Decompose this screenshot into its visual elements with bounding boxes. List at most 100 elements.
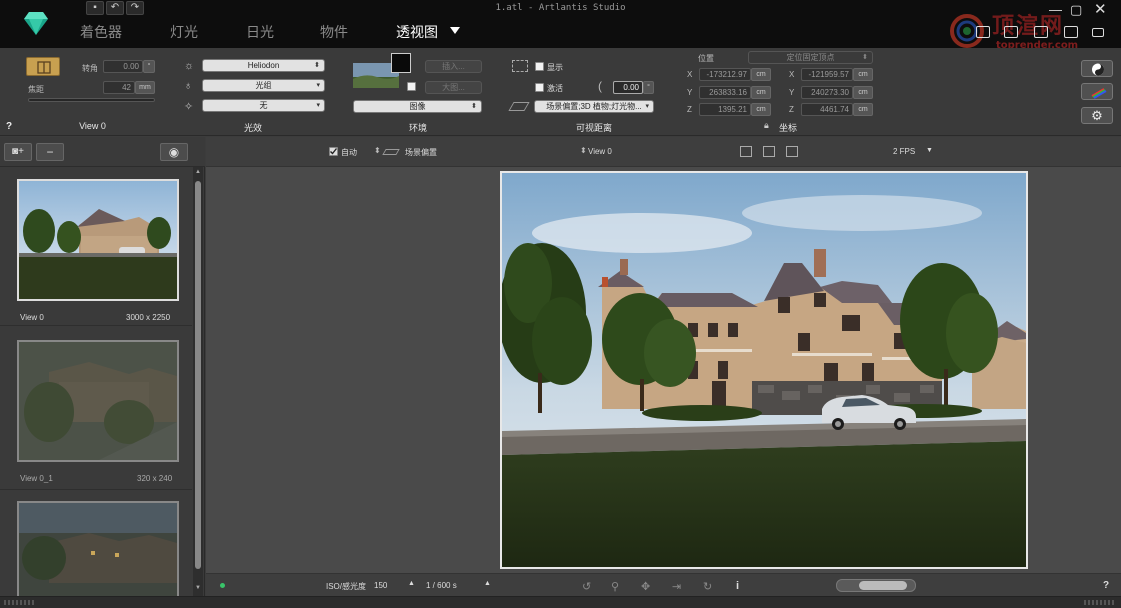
- select-arrows-icon: ⬍: [471, 103, 477, 110]
- unit-badge: cm: [751, 103, 771, 116]
- camera-x-field[interactable]: -173212.97: [699, 68, 751, 81]
- chevron-down-icon: ▾: [316, 82, 320, 89]
- light-group-select[interactable]: 光组 ▾: [202, 79, 325, 92]
- color-mode-button[interactable]: [1081, 83, 1113, 100]
- heliodon-select[interactable]: Heliodon ⬍: [202, 59, 325, 72]
- add-view-button[interactable]: ◙+: [4, 143, 32, 161]
- camera-icon[interactable]: [1034, 26, 1048, 38]
- clipping-angle-field[interactable]: 0.00: [613, 81, 643, 94]
- chevron-down-icon[interactable]: ▼: [926, 147, 933, 154]
- eye-icon: ◉: [168, 145, 180, 159]
- show-label: 显示: [547, 63, 563, 72]
- crop-icon[interactable]: [1064, 26, 1078, 38]
- minus-icon: −: [46, 145, 54, 159]
- thumbnail-image: [19, 342, 177, 460]
- help-button[interactable]: ?: [1103, 580, 1109, 591]
- windows-icon[interactable]: [1004, 26, 1018, 38]
- checkmark-icon: [330, 148, 338, 155]
- maximize-icon[interactable]: ▢: [1070, 2, 1082, 18]
- zoom-slider[interactable]: [836, 579, 916, 592]
- zoom-slider-thumb[interactable]: [859, 581, 907, 590]
- scroll-down-icon[interactable]: ▼: [195, 585, 201, 591]
- grip-left-icon: [4, 600, 34, 605]
- focal-label: 焦距: [28, 85, 44, 94]
- position-label: 位置: [698, 54, 714, 63]
- pan-icon[interactable]: ✥: [641, 580, 650, 593]
- tab-dropdown-icon[interactable]: [450, 27, 460, 34]
- neon-select[interactable]: 无 ▾: [202, 99, 325, 112]
- frame-right-icon[interactable]: [786, 146, 798, 157]
- camera-z-field[interactable]: 1395.21: [699, 103, 751, 116]
- focal-field[interactable]: 42: [103, 81, 135, 94]
- undo-view-icon[interactable]: ↺: [582, 580, 591, 593]
- view-thumbnail[interactable]: [17, 340, 179, 462]
- sidebar-scrollbar[interactable]: ▲ ▼: [193, 167, 203, 596]
- clipping-depth-select[interactable]: 场景偏置;3D 植物;灯光物... ▾: [534, 100, 654, 113]
- tab-heliodons[interactable]: 日光: [246, 22, 274, 42]
- settings-button[interactable]: ⚙: [1081, 107, 1113, 124]
- size-button[interactable]: 大图...: [425, 81, 482, 94]
- target-z-field[interactable]: 4461.74: [801, 103, 853, 116]
- frame-center-icon[interactable]: [763, 146, 775, 157]
- select-arrows-icon[interactable]: ⬍: [374, 146, 381, 155]
- view-thumbnail[interactable]: [17, 501, 179, 596]
- tab-perspectives[interactable]: 透视图: [396, 22, 438, 42]
- visibility-button[interactable]: ◉: [160, 143, 188, 161]
- foreground-color-swatch[interactable]: [391, 53, 411, 73]
- environment-type-select[interactable]: 图像 ⬍: [353, 100, 482, 113]
- thumbnail-size: 3000 x 2250: [126, 313, 171, 322]
- tab-lights[interactable]: 灯光: [170, 22, 198, 42]
- z-axis-label: Z: [687, 105, 692, 114]
- roll-field[interactable]: 0.00: [103, 60, 143, 73]
- export-icon[interactable]: [976, 26, 990, 38]
- insert-button[interactable]: 插入...: [425, 60, 482, 73]
- preset-plane-icon: [382, 149, 400, 155]
- view-section-title: View 0: [79, 121, 106, 131]
- shutter-value[interactable]: 1 / 600 s: [426, 581, 457, 590]
- target-y-field[interactable]: 240273.30: [801, 86, 853, 99]
- view-thumbnail[interactable]: [17, 179, 179, 301]
- preview-viewport[interactable]: [206, 167, 1121, 573]
- walk-icon[interactable]: ⇥: [672, 580, 681, 593]
- preview-icon[interactable]: [1092, 28, 1104, 37]
- select-arrows-icon[interactable]: ⬍: [580, 146, 587, 155]
- help-button[interactable]: ?: [6, 121, 12, 132]
- lighting-section-title: 光效: [243, 123, 262, 133]
- camera-bottom-bar: ISO/感光度 150 ▲ 1 / 600 s ▲ ↺ ⚲ ✥ ⇥ ↻ i ?: [206, 573, 1121, 596]
- lock-icon[interactable]: 🔒︎: [764, 120, 769, 131]
- neon-icon: ✧: [184, 101, 194, 113]
- minimize-icon[interactable]: —: [1049, 2, 1062, 17]
- frame-left-icon[interactable]: [740, 146, 752, 157]
- show-checkbox[interactable]: [535, 62, 544, 71]
- auto-checkbox[interactable]: [329, 147, 338, 156]
- activate-checkbox[interactable]: [535, 83, 544, 92]
- z-axis-label: Z: [789, 105, 794, 114]
- target-select[interactable]: 定位固定顶点 ⬍: [748, 51, 873, 64]
- preset-label[interactable]: 场景偏置: [405, 147, 437, 158]
- close-icon[interactable]: ✕: [1094, 0, 1107, 18]
- thumbnail-name: View 0_1: [20, 474, 53, 483]
- target-x-field[interactable]: -121959.57: [801, 68, 853, 81]
- iso-stepper-up-icon[interactable]: ▲: [408, 580, 415, 587]
- tab-objects[interactable]: 物件: [320, 22, 348, 42]
- shutter-stepper-up-icon[interactable]: ▲: [484, 580, 491, 587]
- view-select[interactable]: View 0: [588, 147, 612, 156]
- environment-section-title: 环境: [408, 123, 427, 133]
- status-bar: [0, 596, 1121, 608]
- fps-select[interactable]: 2 FPS: [893, 147, 915, 156]
- activate-label: 激活: [547, 84, 563, 93]
- environment-checkbox[interactable]: [407, 82, 416, 91]
- camera-y-field[interactable]: 263833.16: [699, 86, 751, 99]
- iso-value[interactable]: 150: [374, 581, 387, 590]
- scrollbar-thumb[interactable]: [195, 181, 201, 569]
- camera-lock-button[interactable]: [26, 57, 60, 76]
- tab-shaders[interactable]: 着色器: [80, 22, 122, 42]
- refresh-icon[interactable]: ↻: [703, 580, 712, 593]
- scroll-up-icon[interactable]: ▲: [195, 169, 201, 175]
- focal-slider[interactable]: [28, 98, 155, 102]
- zoom-icon[interactable]: ⚲: [611, 580, 619, 593]
- info-icon[interactable]: i: [736, 580, 739, 592]
- render-preview-image[interactable]: [500, 171, 1028, 569]
- render-mode-button[interactable]: [1081, 60, 1113, 77]
- remove-view-button[interactable]: −: [36, 143, 64, 161]
